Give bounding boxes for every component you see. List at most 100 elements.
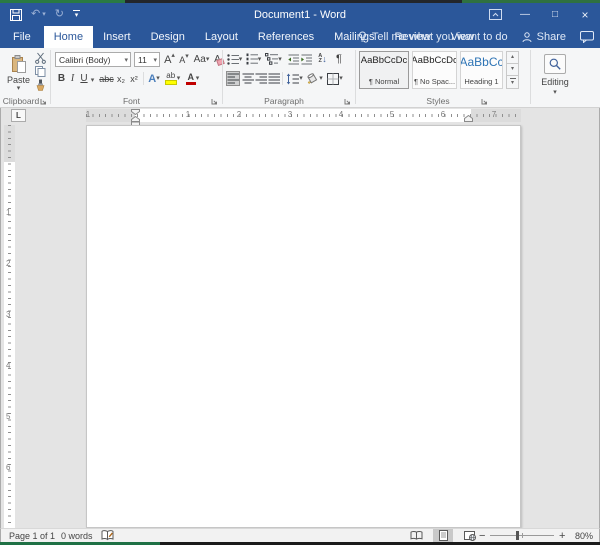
editing-button[interactable]: Editing ▾ xyxy=(539,50,571,100)
strikethrough-button[interactable]: abc xyxy=(99,71,114,86)
text-effects-button[interactable]: A▾ xyxy=(146,71,162,86)
web-layout-button[interactable] xyxy=(460,529,480,542)
tab-references[interactable]: References xyxy=(248,26,324,48)
font-color-dropdown-icon[interactable]: ▾ xyxy=(196,75,200,82)
align-left-button[interactable] xyxy=(226,71,240,86)
zoom-slider-thumb[interactable] xyxy=(516,531,519,540)
shading-button[interactable]: ▾ xyxy=(305,71,324,86)
text-highlight-dropdown-icon[interactable]: ▾ xyxy=(177,75,181,82)
style-heading-1[interactable]: AaBbCc Heading 1 xyxy=(460,51,503,89)
format-painter-button[interactable] xyxy=(34,78,47,91)
text-highlight-button[interactable]: ab ▾ xyxy=(164,71,181,86)
multilevel-dropdown-icon[interactable]: ▾ xyxy=(278,56,282,63)
copy-button[interactable] xyxy=(34,65,47,77)
clipboard-dialog-launcher[interactable] xyxy=(40,98,47,105)
zoom-in-button[interactable]: + xyxy=(559,529,565,542)
minimize-button[interactable]: — xyxy=(510,3,540,26)
clear-formatting-icon: A xyxy=(214,54,221,65)
styles-dialog-launcher[interactable] xyxy=(481,98,488,105)
print-layout-button[interactable] xyxy=(433,529,453,542)
line-spacing-button[interactable]: ▾ xyxy=(285,71,304,86)
grow-font-button[interactable]: A▴ xyxy=(163,52,176,67)
styles-group: AaBbCcDc ¶ Normal AaBbCcDc ¶ No Spac... … xyxy=(356,48,530,107)
sort-button[interactable]: AZ ↓ xyxy=(315,52,330,66)
paste-dropdown-icon[interactable]: ▾ xyxy=(17,85,21,92)
line-spacing-dropdown-icon[interactable]: ▾ xyxy=(299,75,303,82)
share-button[interactable]: Share xyxy=(522,31,566,43)
font-color-button[interactable]: A ▾ xyxy=(184,71,201,86)
font-name-combo[interactable]: Calibri (Body) ▾ xyxy=(55,52,131,67)
ruler-number: 3 xyxy=(288,111,292,119)
style-normal[interactable]: AaBbCcDc ¶ Normal xyxy=(359,51,409,89)
underline-button[interactable]: U xyxy=(79,71,89,86)
tell-me-label: Tell me what you want to do xyxy=(372,31,508,43)
shrink-font-button[interactable]: A▾ xyxy=(178,53,190,67)
borders-dropdown-icon[interactable]: ▾ xyxy=(339,75,343,82)
word-count[interactable]: 0 words xyxy=(61,529,93,542)
bold-button[interactable]: B xyxy=(56,71,67,86)
font-size-dropdown-icon[interactable]: ▾ xyxy=(153,56,159,64)
underline-dropdown-icon[interactable]: ▾ xyxy=(89,74,96,86)
subscript-button[interactable]: x₂ xyxy=(115,71,127,86)
tab-file[interactable]: File xyxy=(0,26,44,48)
editing-dropdown-icon[interactable]: ▾ xyxy=(553,89,557,96)
tab-home[interactable]: Home xyxy=(44,26,93,48)
read-mode-icon xyxy=(410,531,423,540)
decrease-indent-button[interactable] xyxy=(287,52,299,66)
font-size-combo[interactable]: 11 ▾ xyxy=(134,52,160,67)
share-label: Share xyxy=(537,31,566,43)
font-name-dropdown-icon[interactable]: ▾ xyxy=(124,56,130,64)
increase-indent-button[interactable] xyxy=(300,52,312,66)
tab-stop-selector[interactable]: L xyxy=(11,109,26,122)
tab-layout[interactable]: Layout xyxy=(195,26,248,48)
proofing-status-button[interactable] xyxy=(101,529,114,542)
close-button[interactable]: × xyxy=(570,3,600,26)
increase-indent-icon xyxy=(301,54,312,65)
change-case-dropdown-icon[interactable]: ▾ xyxy=(206,56,210,63)
styles-scroll-down-button[interactable]: ▾ xyxy=(506,64,519,77)
font-color-icon: A xyxy=(186,73,196,85)
grow-font-arrow-icon: ▴ xyxy=(171,52,175,59)
first-line-indent-marker[interactable] xyxy=(131,109,140,115)
zoom-level[interactable]: 80% xyxy=(575,529,593,542)
tab-insert[interactable]: Insert xyxy=(93,26,141,48)
comment-button[interactable] xyxy=(580,31,594,43)
numbering-button[interactable]: ▾ xyxy=(245,52,262,66)
title-bar: ↶ ▾ ↻ ▾ Document1 - Word — □ xyxy=(0,3,600,26)
status-bar: Page 1 of 1 0 words xyxy=(0,528,600,542)
zoom-out-button[interactable]: − xyxy=(479,529,485,542)
italic-button[interactable]: I xyxy=(68,71,77,86)
right-indent-marker[interactable] xyxy=(464,115,473,122)
show-hide-button[interactable]: ¶ xyxy=(333,52,345,66)
page-indicator[interactable]: Page 1 of 1 xyxy=(9,529,55,542)
ruler-number: 3 xyxy=(6,311,10,319)
tell-me-box[interactable]: Tell me what you want to do xyxy=(358,31,508,43)
numbering-dropdown-icon[interactable]: ▾ xyxy=(258,56,262,63)
vertical-ruler[interactable]: 1 2 3 4 5 6 xyxy=(4,125,15,528)
superscript-button[interactable]: x² xyxy=(128,71,140,86)
style-no-spacing[interactable]: AaBbCcDc ¶ No Spac... xyxy=(412,51,457,89)
borders-button[interactable]: ▾ xyxy=(325,71,345,86)
multilevel-list-button[interactable]: ▾ xyxy=(264,52,283,66)
tab-design[interactable]: Design xyxy=(141,26,195,48)
ribbon-display-options-button[interactable] xyxy=(480,3,510,26)
change-case-button[interactable]: Aa▾ xyxy=(193,52,210,67)
bullets-dropdown-icon[interactable]: ▾ xyxy=(239,56,243,63)
bullets-button[interactable]: ▾ xyxy=(226,52,243,66)
paragraph-dialog-launcher[interactable] xyxy=(344,98,351,105)
shading-dropdown-icon[interactable]: ▾ xyxy=(319,75,323,82)
align-center-button[interactable] xyxy=(241,71,254,86)
justify-button[interactable] xyxy=(267,71,280,86)
styles-scroll-up-button[interactable]: ▴ xyxy=(506,51,519,64)
align-right-button[interactable] xyxy=(254,71,267,86)
paste-button[interactable]: Paste ▾ xyxy=(4,51,33,96)
horizontal-ruler[interactable]: 1 1 2 3 4 5 6 7 xyxy=(86,109,521,122)
text-highlight-icon: ab xyxy=(165,72,177,85)
read-mode-button[interactable] xyxy=(406,529,426,542)
font-dialog-launcher[interactable] xyxy=(211,98,218,105)
document-page[interactable] xyxy=(86,125,521,528)
maximize-button[interactable]: □ xyxy=(540,3,570,26)
cut-button[interactable] xyxy=(34,52,47,64)
text-effects-dropdown-icon[interactable]: ▾ xyxy=(156,75,160,82)
styles-more-button[interactable]: ▾ xyxy=(506,76,519,89)
